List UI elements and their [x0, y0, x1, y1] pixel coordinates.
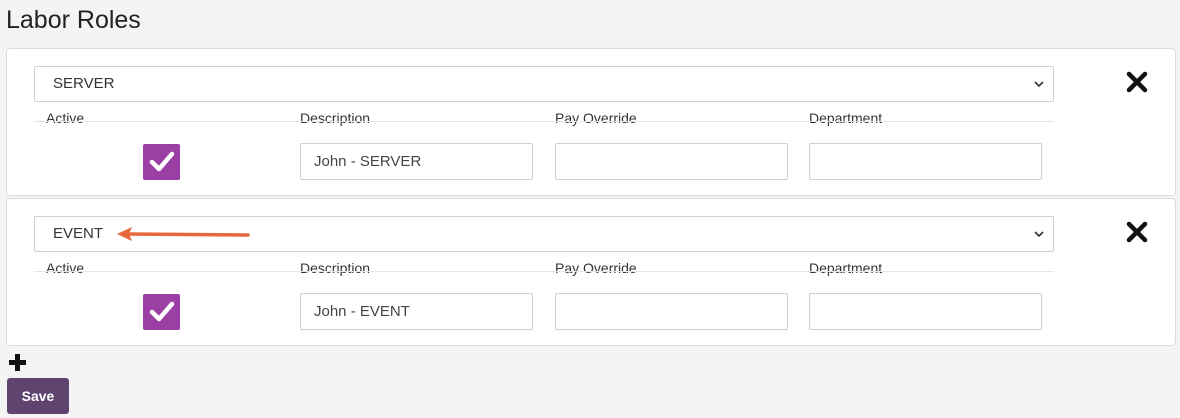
- plus-icon: [9, 354, 26, 371]
- department-input[interactable]: [809, 293, 1042, 330]
- page-title: Labor Roles: [6, 6, 141, 34]
- save-button[interactable]: Save: [7, 378, 69, 414]
- description-input[interactable]: John - EVENT: [300, 293, 533, 330]
- checkmark-icon: [149, 301, 174, 322]
- annotation-arrow-icon: [117, 227, 250, 241]
- active-header: Active: [46, 110, 85, 126]
- description-header: Description: [300, 260, 371, 276]
- role-select-value: SERVER: [53, 75, 115, 92]
- active-checkbox[interactable]: [143, 294, 180, 330]
- role-card: EVENT Active Description Pay Override De…: [6, 198, 1176, 346]
- department-header: Department: [809, 110, 883, 126]
- department-header: Department: [809, 260, 883, 276]
- remove-role-button[interactable]: [1125, 70, 1149, 94]
- description-header: Description: [300, 110, 371, 126]
- header-divider: [34, 271, 1054, 272]
- active-checkbox[interactable]: [143, 144, 180, 180]
- chevron-down-icon: [1033, 217, 1045, 251]
- pay-override-input[interactable]: [555, 143, 788, 180]
- department-input[interactable]: [809, 143, 1042, 180]
- close-icon: [1126, 221, 1148, 243]
- chevron-down-icon: [1033, 67, 1045, 101]
- role-card: SERVER Active Description Pay Override D…: [6, 48, 1176, 196]
- active-header: Active: [46, 260, 85, 276]
- remove-role-button[interactable]: [1125, 220, 1149, 244]
- description-input[interactable]: John - SERVER: [300, 143, 533, 180]
- checkmark-icon: [149, 151, 174, 172]
- role-select[interactable]: SERVER: [34, 66, 1054, 102]
- close-icon: [1126, 71, 1148, 93]
- add-role-button[interactable]: [7, 352, 28, 373]
- pay-override-input[interactable]: [555, 293, 788, 330]
- pay-override-header: Pay Override: [555, 110, 637, 126]
- pay-override-header: Pay Override: [555, 260, 637, 276]
- role-select-value: EVENT: [53, 225, 104, 242]
- header-divider: [34, 121, 1054, 122]
